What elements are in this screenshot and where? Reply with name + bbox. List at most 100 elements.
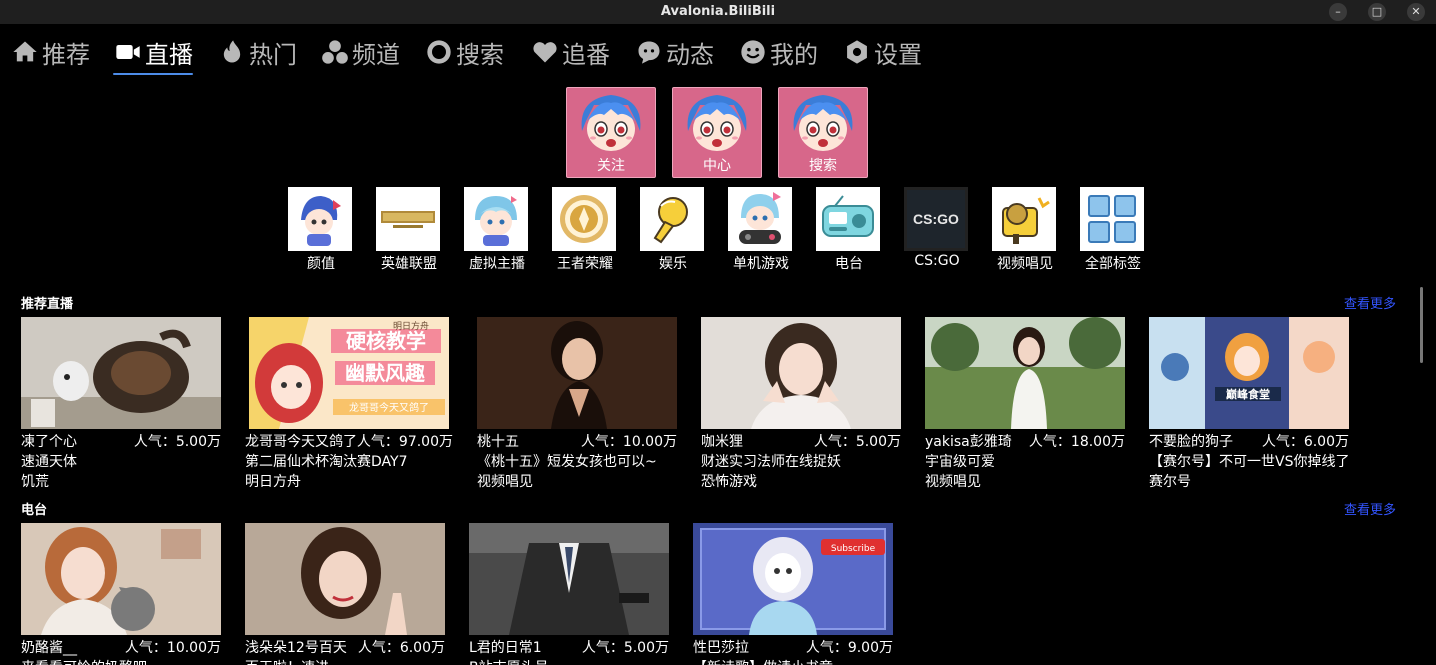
quick-button-search[interactable]: 搜索	[778, 87, 868, 178]
tab-channels[interactable]: 频道	[320, 32, 400, 72]
category-vtuber[interactable]: 虚拟主播	[464, 187, 530, 273]
bubble-icon	[634, 37, 664, 67]
avatar-icon	[578, 91, 644, 153]
tab-recommend[interactable]: 推荐	[10, 32, 90, 72]
live-thumbnail: 巅峰食堂	[1149, 317, 1349, 429]
thumbnail-text: 龙哥哥今天又鸽了	[349, 401, 429, 414]
popularity: 人气：5.00万	[133, 434, 221, 450]
category-label: 全部标签	[1085, 256, 1141, 272]
radio-icon	[816, 187, 880, 251]
live-title: 百天啦！速进	[245, 657, 485, 665]
live-title: 《桃十五》短发女孩也可以~	[477, 454, 657, 470]
streamer-name: L君的日常1	[469, 640, 542, 656]
live-area: 赛尔号	[1149, 474, 1191, 490]
live-title: 【赛尔号】不可一世VS你掉线了	[1149, 454, 1350, 470]
popularity: 人气：5.00万	[581, 640, 669, 656]
channels-icon	[320, 37, 350, 67]
live-thumbnail: Subscribe	[693, 523, 893, 635]
tab-live[interactable]: 直播	[113, 32, 193, 72]
category-entertainment[interactable]: 娱乐	[640, 187, 706, 273]
view-more-link[interactable]: 查看更多	[1344, 499, 1396, 518]
avatar-icon	[790, 91, 856, 153]
live-title: B站志愿头号	[469, 657, 709, 665]
category-radio[interactable]: 电台	[816, 187, 882, 273]
grid-icon	[1080, 187, 1144, 251]
popularity: 人气：6.00万	[357, 640, 445, 656]
live-title: 【新诗歌】做请小书章	[693, 657, 933, 665]
category-label: 娱乐	[659, 256, 687, 272]
tab-bangumi[interactable]: 追番	[530, 32, 610, 72]
quick-button-follow[interactable]: 关注	[566, 87, 656, 178]
minimize-button[interactable]: –	[1329, 3, 1347, 21]
window-title: Avalonia.BiliBili	[660, 4, 776, 19]
flame-icon	[217, 37, 247, 67]
streamer-name: 性巴莎拉	[693, 640, 749, 656]
main-nav: 推荐 直播 热门 频道 搜索 追番 动态 我的 设置	[0, 32, 1436, 80]
live-area: 恐怖游戏	[701, 474, 757, 490]
category-all-tags[interactable]: 全部标签	[1080, 187, 1146, 273]
category-label: CS:GO	[914, 253, 960, 269]
tab-dynamic[interactable]: 动态	[634, 32, 714, 72]
streamer-name: 桃十五	[477, 434, 519, 450]
streamer-name: 龙哥哥今天又鸽了	[245, 434, 357, 450]
tab-label: 动态	[666, 40, 714, 69]
singer-icon	[992, 187, 1056, 251]
thumbnail-text: 幽默风趣	[345, 361, 426, 385]
streamer-name: 不要脸的狗子	[1149, 434, 1233, 450]
popularity: 人气：10.00万	[124, 640, 221, 656]
gamepad-girl-icon	[728, 187, 792, 251]
microphone-icon	[640, 187, 704, 251]
thumbnail-text: 巅峰食堂	[1225, 387, 1270, 401]
tab-search[interactable]: 搜索	[424, 32, 504, 72]
home-icon	[10, 37, 40, 67]
section-title: 电台	[21, 503, 48, 518]
vertical-scrollbar[interactable]	[1420, 287, 1423, 363]
category-singer[interactable]: 视频唱见	[992, 187, 1058, 273]
category-beauty[interactable]: 颜值	[288, 187, 354, 273]
category-label: 颜值	[307, 256, 335, 272]
tab-label: 热门	[249, 40, 297, 69]
quick-button-label: 中心	[703, 158, 731, 174]
popularity: 人气：9.00万	[805, 640, 893, 656]
honor-of-kings-icon	[552, 187, 616, 251]
category-label: 英雄联盟	[381, 256, 437, 272]
tab-mine[interactable]: 我的	[738, 32, 818, 72]
category-honor-of-kings[interactable]: 王者荣耀	[552, 187, 618, 273]
tab-label: 我的	[770, 40, 818, 69]
csgo-logo-icon: CS:GO	[904, 187, 968, 251]
live-thumbnail	[477, 317, 677, 429]
avatar-icon	[684, 91, 750, 153]
tab-label: 直播	[145, 40, 193, 69]
live-title: 宇宙级可爱	[925, 454, 995, 470]
streamer-name: yakisa彭雅琦	[925, 434, 1012, 450]
category-lol[interactable]: 英雄联盟	[376, 187, 442, 273]
category-label: 王者荣耀	[557, 256, 613, 272]
category-label: 虚拟主播	[469, 256, 525, 272]
category-single-player[interactable]: 单机游戏	[728, 187, 794, 273]
quick-button-center[interactable]: 中心	[672, 87, 762, 178]
tab-label: 设置	[874, 40, 922, 69]
maximize-button[interactable]: □	[1368, 3, 1386, 21]
smile-icon	[738, 37, 768, 67]
tab-settings[interactable]: 设置	[842, 32, 922, 72]
vtuber-icon	[464, 187, 528, 251]
quick-button-label: 搜索	[809, 158, 837, 174]
tab-label: 追番	[562, 40, 610, 69]
category-label: 电台	[835, 256, 863, 272]
live-area: 视频唱见	[477, 474, 533, 490]
streamer-name: 凍了个心	[21, 434, 77, 450]
live-thumbnail	[469, 523, 669, 635]
live-title: 速通天体	[21, 454, 77, 470]
category-csgo[interactable]: CS:GO CS:GO	[904, 187, 970, 269]
streamer-name: 浅朵朵12号百天	[245, 640, 347, 656]
thumbnail-text: 明日方舟	[393, 320, 429, 332]
popularity: 人气：10.00万	[580, 434, 677, 450]
active-tab-indicator	[113, 73, 193, 75]
live-thumbnail	[701, 317, 901, 429]
view-more-link[interactable]: 查看更多	[1344, 293, 1396, 312]
tab-hot[interactable]: 热门	[217, 32, 297, 72]
close-button[interactable]: ✕	[1407, 3, 1425, 21]
live-thumbnail	[245, 523, 445, 635]
popularity: 人气：5.00万	[813, 434, 901, 450]
search-icon	[424, 37, 454, 67]
